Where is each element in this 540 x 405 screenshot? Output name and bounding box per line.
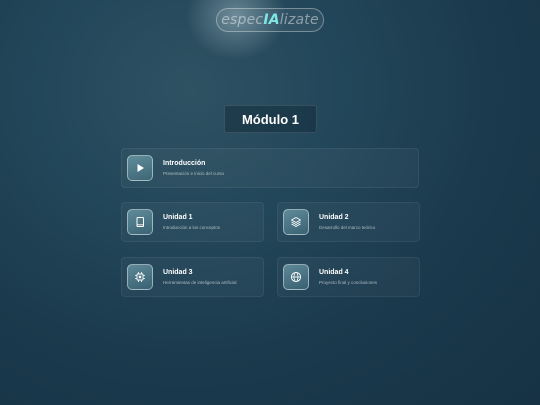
- logo-text-highlight: IA: [263, 12, 280, 28]
- book-icon: [127, 209, 153, 235]
- card-title: Unidad 2: [319, 214, 349, 221]
- card-subtitle: Desarrollo del marco teórico: [319, 225, 376, 230]
- globe-icon: [283, 264, 309, 290]
- card-introduccion[interactable]: Introducción Presentación e inicio del c…: [121, 148, 419, 188]
- cpu-icon: [127, 264, 153, 290]
- logo-text-2: lizate: [279, 12, 319, 28]
- card-title: Unidad 1: [163, 214, 193, 221]
- card-unidad-1[interactable]: Unidad 1 Introducción a los conceptos: [121, 202, 264, 242]
- card-unidad-4[interactable]: Unidad 4 Proyecto final y conclusiones: [277, 257, 420, 297]
- play-icon: [127, 155, 153, 181]
- card-title: Introducción: [163, 160, 206, 167]
- module-title: Módulo 1: [224, 105, 317, 133]
- logo[interactable]: espec IA lizate: [216, 8, 324, 32]
- card-subtitle: Introducción a los conceptos: [163, 225, 221, 230]
- card-subtitle: Herramientas de inteligencia artificial: [163, 280, 237, 285]
- card-title: Unidad 4: [319, 269, 349, 276]
- card-unidad-3[interactable]: Unidad 3 Herramientas de inteligencia ar…: [121, 257, 264, 297]
- card-unidad-2[interactable]: Unidad 2 Desarrollo del marco teórico: [277, 202, 420, 242]
- card-subtitle: Proyecto final y conclusiones: [319, 280, 378, 285]
- card-subtitle: Presentación e inicio del curso: [163, 171, 225, 176]
- layers-icon: [283, 209, 309, 235]
- logo-text-1: espec: [221, 12, 264, 28]
- card-title: Unidad 3: [163, 269, 193, 276]
- module-title-text: Módulo 1: [241, 111, 300, 127]
